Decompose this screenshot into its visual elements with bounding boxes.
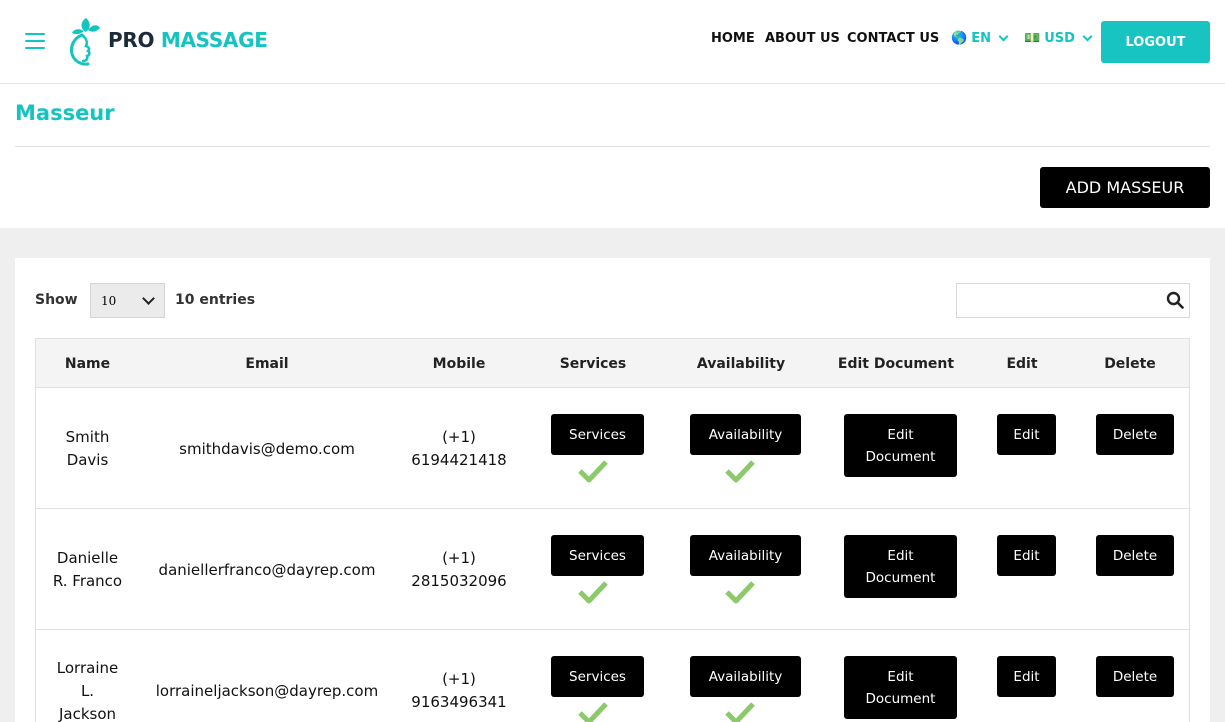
mobile-number: 2815032096 (411, 572, 507, 590)
logo-text: PRO MASSAGE (108, 28, 268, 52)
entries-per-page-select[interactable]: 10 (90, 283, 165, 318)
masseur-name: Smith Davis (36, 426, 139, 472)
column-header-name[interactable]: Name (36, 339, 139, 389)
logout-button[interactable]: LOGOUT (1101, 21, 1210, 63)
logo[interactable]: PRO MASSAGE (66, 14, 268, 66)
edit-document-label: Document (865, 690, 936, 707)
masseur-email: daniellerfranco@dayrep.com (158, 561, 376, 579)
entries-select-value: 10 (101, 294, 117, 308)
table-header: Name Email Mobile Services Availability … (36, 338, 1189, 388)
services-button[interactable]: Services (551, 535, 644, 576)
edit-document-label: Edit (887, 426, 914, 443)
logo-leaf-face-icon (70, 18, 100, 66)
column-header-services[interactable]: Services (543, 339, 643, 389)
table-row: Lorraine L. Jackson lorraineljackson@day… (36, 630, 1189, 722)
currency-dropdown[interactable]: 💵 USD (1024, 31, 1093, 46)
add-masseur-button[interactable]: ADD MASSEUR (1040, 167, 1210, 208)
nav-about-us[interactable]: ABOUT US (765, 31, 840, 46)
page-title: Masseur (15, 101, 115, 125)
masseur-email: smithdavis@demo.com (179, 440, 355, 458)
availability-button[interactable]: Availability (690, 656, 801, 697)
name-line: Smith (65, 428, 110, 446)
availability-button[interactable]: Availability (690, 414, 801, 455)
masseur-mobile: (+1) 2815032096 (399, 547, 519, 593)
name-line: Danielle (56, 549, 119, 567)
column-header-mobile[interactable]: Mobile (399, 339, 519, 389)
check-icon (578, 702, 608, 722)
currency-code: USD (1044, 31, 1075, 46)
edit-document-button[interactable]: Edit Document (844, 656, 957, 719)
nav-home-link[interactable]: HOME (711, 31, 755, 46)
nav-contact-us-link[interactable]: CONTACT US (847, 31, 939, 46)
check-icon (725, 702, 755, 722)
entries-label: 10 entries (175, 292, 256, 308)
language-dropdown[interactable]: 🌎 EN (951, 31, 1009, 46)
column-header-delete[interactable]: Delete (1090, 339, 1170, 389)
nav-contact-us[interactable]: CONTACT US (847, 31, 939, 46)
edit-button[interactable]: Edit (997, 535, 1056, 576)
check-icon (578, 460, 608, 483)
edit-document-button[interactable]: Edit Document (844, 414, 957, 477)
mobile-number: 9163496341 (411, 693, 507, 711)
delete-button[interactable]: Delete (1096, 656, 1174, 697)
chevron-down-icon (142, 292, 155, 305)
edit-document-label: Document (865, 569, 936, 586)
logo-text-pro: PRO (108, 28, 155, 52)
logo-text-massage: MASSAGE (160, 28, 268, 52)
mobile-code: (+1) (442, 428, 476, 446)
chevron-down-icon (998, 31, 1009, 41)
mobile-code: (+1) (442, 670, 476, 688)
search-icon[interactable] (1166, 291, 1184, 309)
hamburger-menu-icon[interactable] (25, 33, 45, 50)
masseur-name: Lorraine L. Jackson (36, 657, 139, 722)
edit-document-label: Edit (887, 547, 914, 564)
services-button[interactable]: Services (551, 414, 644, 455)
name-line: Lorraine (56, 659, 119, 677)
column-header-edit-document[interactable]: Edit Document (831, 339, 961, 389)
column-header-availability[interactable]: Availability (681, 339, 801, 389)
language-code: EN (971, 31, 991, 46)
column-header-email[interactable]: Email (147, 339, 387, 389)
edit-button[interactable]: Edit (997, 656, 1056, 697)
edit-document-label: Document (865, 448, 936, 465)
show-label: Show (35, 292, 78, 308)
delete-button[interactable]: Delete (1096, 535, 1174, 576)
globe-icon: 🌎 (951, 31, 968, 46)
title-divider (15, 146, 1210, 147)
mobile-number: 6194421418 (411, 451, 507, 469)
name-line: L. (80, 682, 95, 700)
chevron-down-icon (1082, 31, 1093, 41)
name-line: Jackson (58, 705, 117, 722)
services-button[interactable]: Services (551, 656, 644, 697)
search-box[interactable] (956, 283, 1190, 318)
mobile-code: (+1) (442, 549, 476, 567)
name-line: Davis (66, 451, 109, 469)
check-icon (725, 581, 755, 604)
availability-button[interactable]: Availability (690, 535, 801, 576)
column-header-edit[interactable]: Edit (992, 339, 1052, 389)
masseur-email: lorraineljackson@dayrep.com (155, 682, 379, 700)
table-row: Danielle R. Franco daniellerfranco@dayre… (36, 509, 1189, 630)
masseur-name: Danielle R. Franco (36, 547, 139, 593)
edit-button[interactable]: Edit (997, 414, 1056, 455)
delete-button[interactable]: Delete (1096, 414, 1174, 455)
table-row: Smith Davis smithdavis@demo.com (+1) 619… (36, 388, 1189, 509)
top-header: PRO MASSAGE HOME ABOUT US CONTACT US 🌎 E… (0, 0, 1225, 84)
money-icon: 💵 (1024, 31, 1041, 46)
masseur-mobile: (+1) 6194421418 (399, 426, 519, 472)
nav-home[interactable]: HOME (711, 31, 755, 46)
search-input[interactable] (957, 284, 1157, 317)
masseur-table: Name Email Mobile Services Availability … (35, 338, 1190, 722)
check-icon (725, 460, 755, 483)
masseur-mobile: (+1) 9163496341 (399, 668, 519, 714)
name-line: R. Franco (52, 572, 123, 590)
nav-about-us-link[interactable]: ABOUT US (765, 31, 840, 46)
edit-document-label: Edit (887, 668, 914, 685)
check-icon (578, 581, 608, 604)
edit-document-button[interactable]: Edit Document (844, 535, 957, 598)
